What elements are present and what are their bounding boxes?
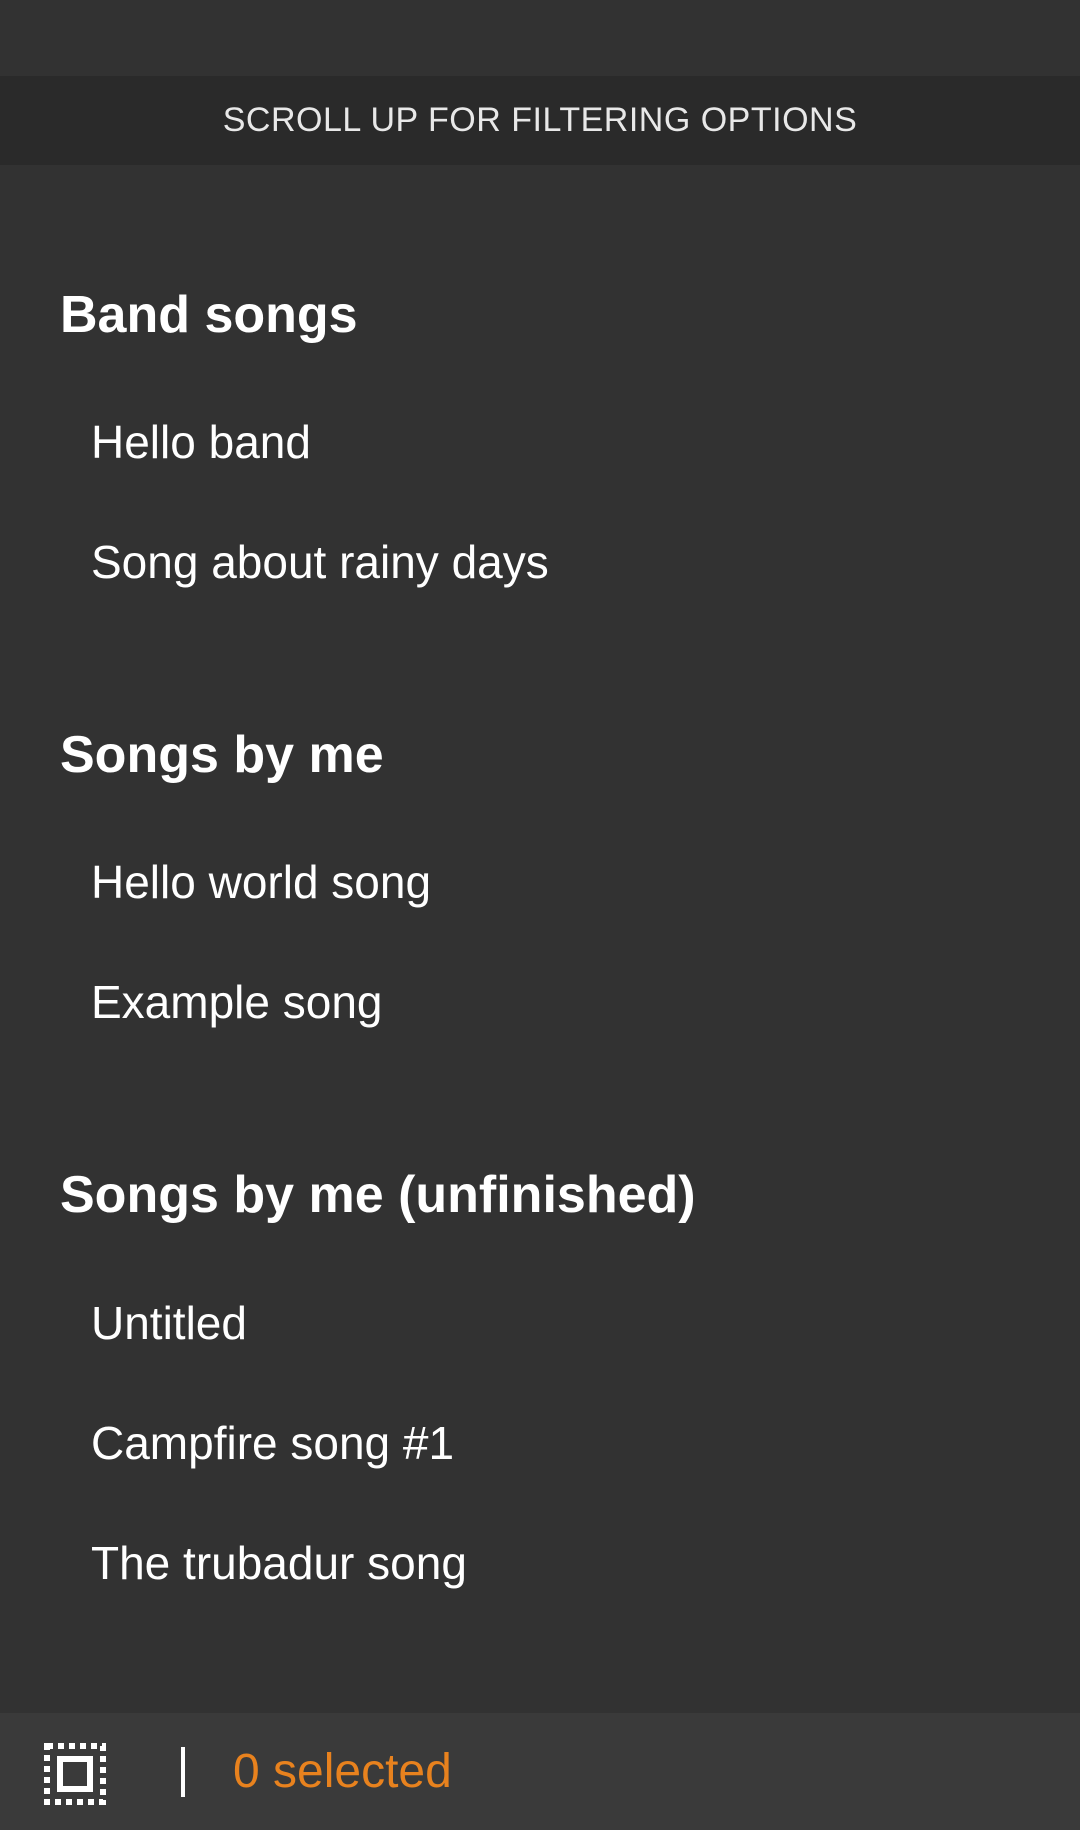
top-strip	[0, 0, 1080, 76]
song-item[interactable]: The trubadur song	[0, 1508, 1080, 1618]
song-list[interactable]: Band songs Hello band Song about rainy d…	[0, 165, 1080, 1713]
filter-banner-text: SCROLL UP FOR FILTERING OPTIONS	[222, 101, 858, 139]
select-all-icon[interactable]	[44, 1743, 106, 1805]
song-title: Campfire song #1	[91, 1417, 455, 1469]
song-title: Hello band	[91, 416, 311, 468]
filter-banner[interactable]: SCROLL UP FOR FILTERING OPTIONS	[0, 76, 1080, 165]
song-title: Song about rainy days	[91, 536, 549, 588]
song-title: The trubadur song	[91, 1537, 467, 1589]
song-item[interactable]: Hello world song	[0, 827, 1080, 937]
song-title: Hello world song	[91, 856, 432, 908]
selected-count: 0 selected	[233, 1745, 452, 1798]
song-list-screen: SCROLL UP FOR FILTERING OPTIONS Band son…	[0, 0, 1080, 1830]
song-item[interactable]: Song about rainy days	[0, 507, 1080, 617]
song-item[interactable]: Hello band	[0, 387, 1080, 497]
divider	[181, 1747, 185, 1797]
group-title-songs-by-me: Songs by me	[60, 726, 384, 784]
selection-bar: 0 selected	[0, 1713, 1080, 1830]
song-item[interactable]: Example song	[0, 947, 1080, 1057]
song-item[interactable]: Campfire song #1	[0, 1388, 1080, 1498]
song-title: Example song	[91, 976, 383, 1028]
song-title: Untitled	[91, 1297, 247, 1349]
group-title-band-songs: Band songs	[60, 286, 358, 344]
group-title-songs-by-me-unfinished: Songs by me (unfinished)	[60, 1166, 696, 1224]
song-item[interactable]: Untitled	[0, 1268, 1080, 1378]
